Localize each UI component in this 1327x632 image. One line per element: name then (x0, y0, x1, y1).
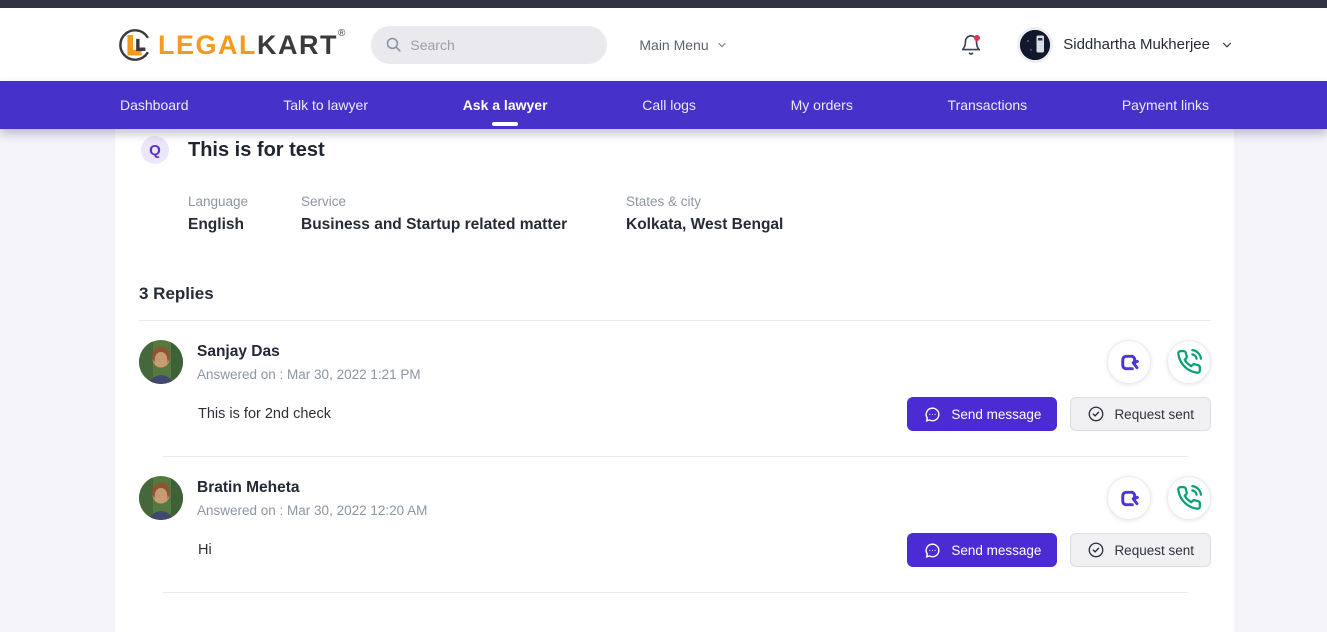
meta-states-city-value: Kolkata, West Bengal (626, 216, 783, 234)
user-chevron-down-icon (1220, 38, 1234, 52)
nav-item-transactions[interactable]: Transactions (940, 81, 1036, 129)
notification-dot (974, 35, 980, 41)
search-bar (371, 26, 607, 64)
meta-language-label: Language (188, 194, 301, 209)
phone-call-icon (1176, 485, 1202, 511)
request-sent-label: Request sent (1114, 407, 1194, 422)
send-message-button[interactable]: Send message (907, 397, 1057, 431)
divider (163, 592, 1188, 593)
search-icon (385, 36, 402, 53)
lawyer-avatar (139, 476, 183, 520)
meta-service-value: Business and Startup related matter (301, 216, 626, 234)
legalkart-logo[interactable]: LEGALKART ® (117, 27, 345, 63)
chat-bubble-icon (923, 405, 942, 424)
call-action-button[interactable] (1167, 476, 1211, 520)
logo-registered-mark: ® (338, 28, 345, 39)
user-profile-menu[interactable]: Siddhartha Mukherjee (1020, 30, 1234, 60)
question-header: Q This is for test (115, 129, 1234, 164)
question-badge: Q (141, 136, 169, 164)
nav-item-payment-links[interactable]: Payment links (1114, 81, 1217, 129)
legalkart-logo-icon (117, 27, 153, 63)
meta-language-value: English (188, 216, 301, 234)
meta-service: Service Business and Startup related mat… (301, 194, 626, 234)
meta-states-city-label: States & city (626, 194, 783, 209)
reply-item: Bratin Meheta Answered on : Mar 30, 2022… (115, 457, 1234, 593)
nav-item-ask-a-lawyer[interactable]: Ask a lawyer (455, 81, 556, 129)
question-title: This is for test (188, 139, 325, 162)
chat-icon (1116, 349, 1143, 376)
reply-message: This is for 2nd check (198, 406, 331, 422)
answered-on-timestamp: Answered on : Mar 30, 2022 12:20 AM (197, 503, 427, 518)
send-message-label: Send message (951, 407, 1041, 422)
nav-item-my-orders[interactable]: My orders (783, 81, 861, 129)
call-action-button[interactable] (1167, 340, 1211, 384)
notification-bell-button[interactable] (960, 34, 982, 56)
nav-item-dashboard[interactable]: Dashboard (112, 81, 197, 129)
meta-service-label: Service (301, 194, 626, 209)
chevron-down-icon (716, 39, 728, 51)
send-message-label: Send message (951, 543, 1041, 558)
chat-action-button[interactable] (1107, 476, 1151, 520)
question-panel: Q This is for test Language English Serv… (115, 129, 1234, 632)
check-circle-icon (1087, 541, 1105, 559)
header: LEGALKART ® Main Menu (0, 8, 1327, 81)
meta-language: Language English (188, 194, 301, 234)
request-sent-label: Request sent (1114, 543, 1194, 558)
replies-heading: 3 Replies (139, 284, 1234, 304)
chat-bubble-icon (923, 541, 942, 560)
search-input[interactable] (410, 37, 593, 53)
meta-states-city: States & city Kolkata, West Bengal (626, 194, 783, 234)
chat-action-button[interactable] (1107, 340, 1151, 384)
phone-call-icon (1176, 349, 1202, 375)
logo-text-kart: KART (257, 30, 338, 60)
question-meta: Language English Service Business and St… (188, 194, 1234, 234)
answered-on-timestamp: Answered on : Mar 30, 2022 1:21 PM (197, 367, 421, 382)
top-strip (0, 0, 1327, 8)
main-menu-dropdown[interactable]: Main Menu (639, 37, 727, 53)
lawyer-avatar (139, 340, 183, 384)
lawyer-name: Bratin Meheta (197, 479, 427, 497)
request-sent-button[interactable]: Request sent (1070, 533, 1211, 567)
user-avatar (1020, 30, 1050, 60)
header-right: Siddhartha Mukherjee (960, 30, 1234, 60)
check-circle-icon (1087, 405, 1105, 423)
nav-item-call-logs[interactable]: Call logs (634, 81, 704, 129)
user-name: Siddhartha Mukherjee (1063, 36, 1210, 53)
primary-nav: Dashboard Talk to lawyer Ask a lawyer Ca… (0, 81, 1327, 129)
send-message-button[interactable]: Send message (907, 533, 1057, 567)
chat-icon (1116, 485, 1143, 512)
content-area: Q This is for test Language English Serv… (0, 129, 1327, 632)
reply-item: Sanjay Das Answered on : Mar 30, 2022 1:… (115, 321, 1234, 457)
reply-message: Hi (198, 542, 212, 558)
main-menu-label: Main Menu (639, 37, 708, 53)
nav-item-talk-to-lawyer[interactable]: Talk to lawyer (275, 81, 376, 129)
logo-text-legal: LEGAL (158, 30, 257, 60)
lawyer-name: Sanjay Das (197, 343, 421, 361)
request-sent-button[interactable]: Request sent (1070, 397, 1211, 431)
